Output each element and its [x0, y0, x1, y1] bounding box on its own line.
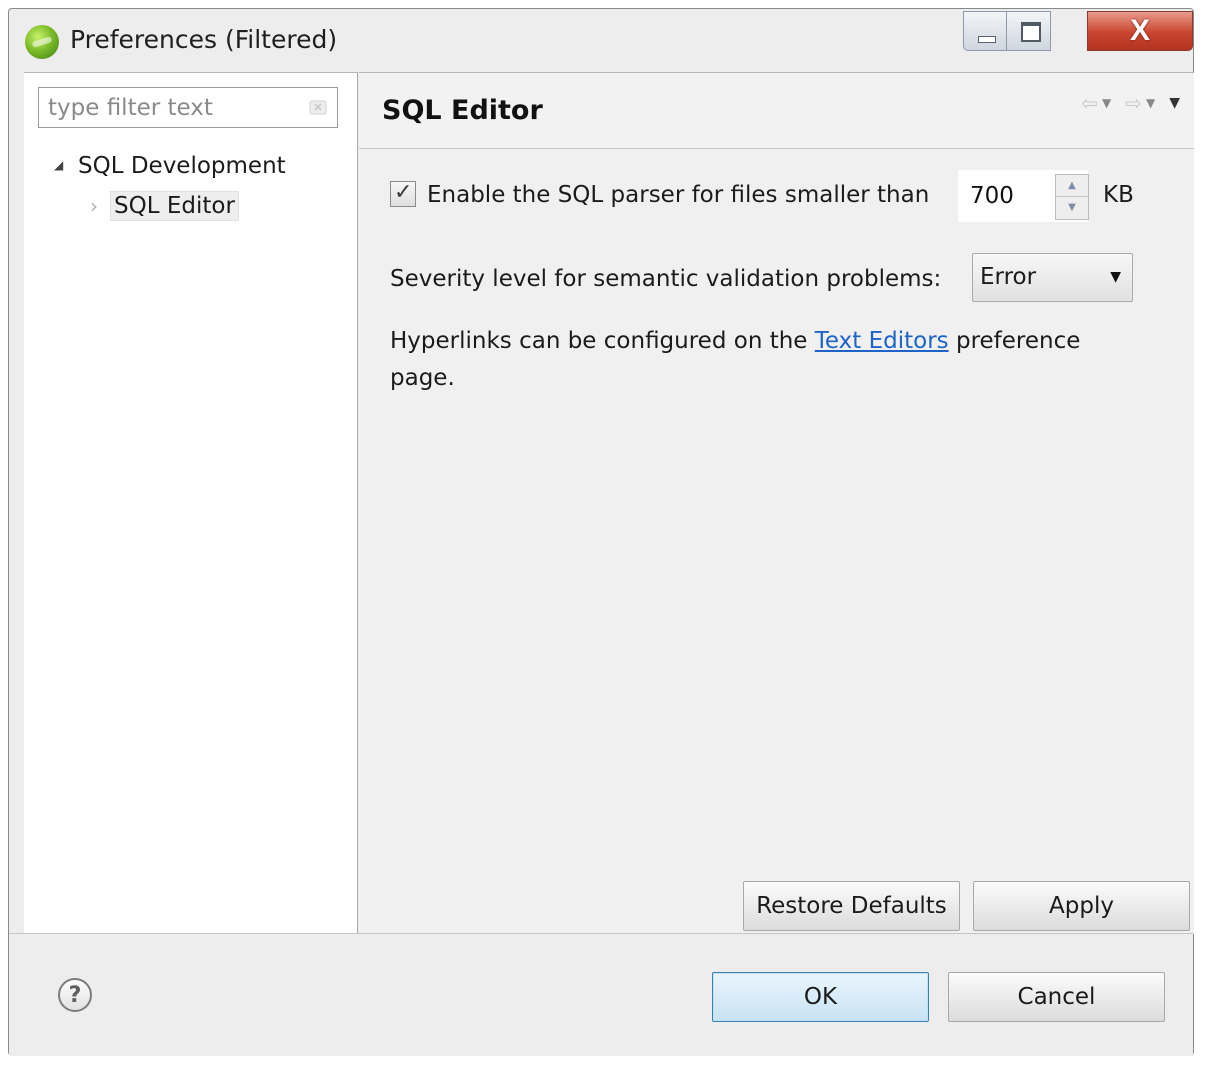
- minimize-icon: [978, 36, 996, 43]
- chevron-down-icon: ▼: [1110, 269, 1121, 285]
- severity-select-value: Error: [980, 264, 1037, 290]
- severity-select[interactable]: Error ▼: [972, 253, 1133, 302]
- hyperlinks-note: Hyperlinks can be configured on the Text…: [390, 323, 1150, 397]
- dialog-button-bar: ? OK Cancel: [9, 933, 1193, 1056]
- page-title: SQL Editor: [382, 95, 543, 126]
- hyperlinks-note-before: Hyperlinks can be configured on the: [390, 328, 815, 354]
- app-icon: [25, 25, 59, 59]
- title-bar[interactable]: Preferences (Filtered) X: [9, 9, 1193, 71]
- tree-item-sql-development[interactable]: ◢ SQL Development: [54, 153, 286, 179]
- maximize-button[interactable]: [1007, 11, 1051, 51]
- apply-button[interactable]: Apply: [973, 881, 1190, 931]
- spinner-down-icon[interactable]: ▼: [1056, 197, 1088, 219]
- forward-dropdown-icon[interactable]: ▼: [1146, 96, 1155, 110]
- clear-filter-icon[interactable]: [308, 96, 330, 118]
- filter-input[interactable]: [39, 88, 308, 127]
- window-title: Preferences (Filtered): [70, 25, 338, 54]
- filter-box: [38, 87, 338, 128]
- expanded-triangle-icon[interactable]: ◢: [54, 158, 66, 172]
- enable-sql-parser-label[interactable]: Enable the SQL parser for files smaller …: [427, 182, 929, 208]
- close-icon: X: [1129, 14, 1150, 47]
- tree-item-label: SQL Editor: [110, 191, 239, 221]
- restore-defaults-button[interactable]: Restore Defaults: [743, 881, 960, 931]
- help-icon[interactable]: ?: [58, 978, 92, 1012]
- checkmark-icon: ✓: [394, 180, 413, 205]
- severity-label: Severity level for semantic validation p…: [390, 266, 942, 292]
- minimize-button[interactable]: [963, 11, 1007, 51]
- text-editors-link[interactable]: Text Editors: [815, 328, 949, 354]
- close-button[interactable]: X: [1087, 11, 1193, 51]
- maximize-icon: [1021, 22, 1041, 42]
- back-arrow-icon[interactable]: ⇦: [1081, 91, 1098, 115]
- preferences-dialog: Preferences (Filtered) X ◢ SQL Developmen…: [8, 8, 1194, 1056]
- sql-parser-row: ✓ Enable the SQL parser for files smalle…: [390, 170, 1190, 222]
- preferences-tree-panel: ◢ SQL Development › SQL Editor: [24, 72, 358, 934]
- file-size-unit: KB: [1103, 182, 1134, 208]
- forward-arrow-icon[interactable]: ⇨: [1125, 91, 1142, 115]
- back-dropdown-icon[interactable]: ▼: [1102, 96, 1111, 110]
- tree-item-label: SQL Development: [78, 153, 286, 179]
- spinner-up-icon[interactable]: ▲: [1056, 175, 1088, 197]
- preference-page: SQL Editor ⇦ ▼ ⇨ ▼ ▼ ✓ Enable the SQL pa…: [359, 72, 1194, 934]
- view-menu-icon[interactable]: ▼: [1169, 95, 1180, 111]
- page-navigation: ⇦ ▼ ⇨ ▼ ▼: [1081, 91, 1180, 115]
- chevron-right-icon: ›: [90, 194, 98, 218]
- file-size-spinner: ▲ ▼: [1055, 174, 1089, 220]
- tree-item-sql-editor[interactable]: › SQL Editor: [90, 191, 239, 221]
- page-header: SQL Editor ⇦ ▼ ⇨ ▼ ▼: [359, 73, 1194, 149]
- ok-button[interactable]: OK: [712, 972, 929, 1022]
- enable-sql-parser-checkbox[interactable]: ✓: [390, 180, 416, 207]
- cancel-button[interactable]: Cancel: [948, 972, 1165, 1022]
